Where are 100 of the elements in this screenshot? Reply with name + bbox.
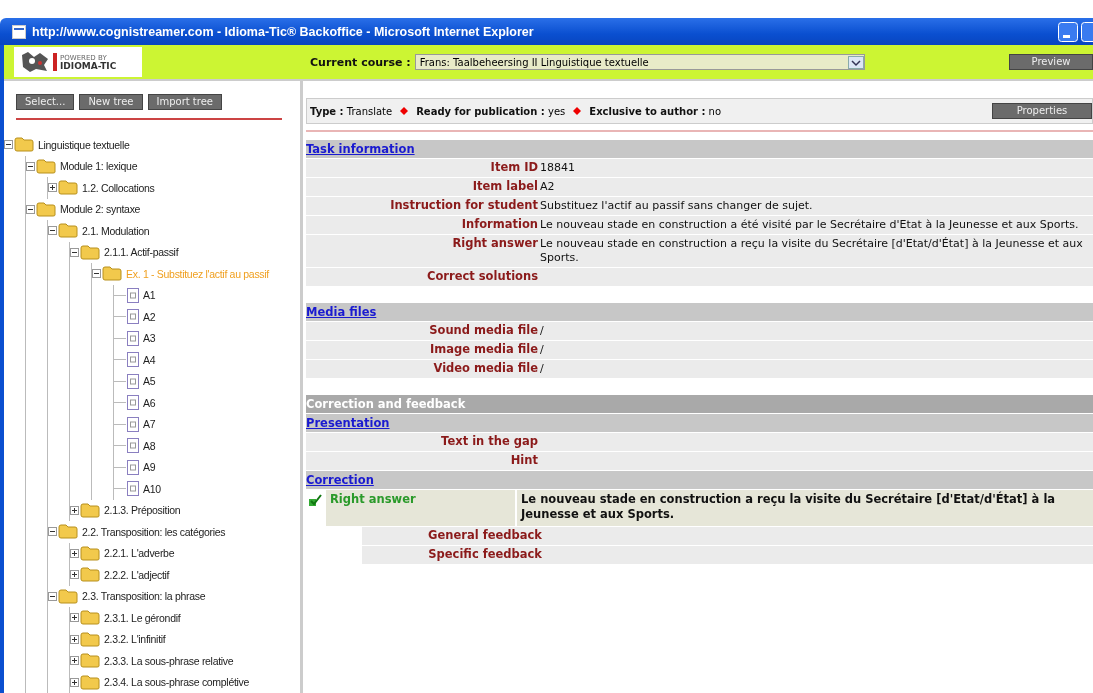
tree-item[interactable]: 2.3. Transposition: la phrase: [82, 590, 206, 603]
folder-icon: [58, 588, 78, 604]
course-label: Current course :: [310, 55, 411, 69]
collapse-icon[interactable]: [92, 269, 101, 279]
collapse-icon[interactable]: [48, 591, 57, 601]
section-link[interactable]: Task information: [306, 142, 415, 156]
expand-icon[interactable]: [48, 183, 57, 193]
tree-item[interactable]: A9: [143, 461, 156, 474]
answer-label: Right answer: [326, 490, 515, 526]
checkmark-icon: [308, 494, 322, 507]
tree-item[interactable]: A10: [143, 482, 161, 495]
properties-button[interactable]: Properties: [992, 103, 1092, 119]
folder-icon: [14, 137, 34, 153]
diamond-icon: [573, 107, 582, 115]
field-value: A2: [540, 179, 556, 195]
folder-icon: [80, 653, 100, 669]
tree-item[interactable]: 2.1.3. Préposition: [104, 504, 181, 517]
expand-icon[interactable]: [70, 677, 79, 687]
field-label: Correct solutions: [425, 268, 538, 285]
folder-icon: [80, 610, 100, 626]
group-header: Correction and feedback: [306, 395, 1093, 413]
expand-icon[interactable]: [70, 634, 79, 644]
tree-item[interactable]: 2.3.3. La sous-phrase relative: [104, 654, 234, 667]
field-value: Le nouveau stade en construction a reçu la visite du Secrétaire [d'Etat/d'État] à la Jeunesse et aux Sports.: [540, 236, 1084, 266]
preview-button[interactable]: Preview: [1009, 54, 1093, 70]
field-value: /: [540, 361, 545, 377]
tree-item[interactable]: A4: [143, 353, 156, 366]
field-label: General feedback: [427, 527, 542, 544]
expand-icon[interactable]: [70, 613, 79, 623]
folder-icon: [58, 524, 78, 540]
logo-emblem-icon: [20, 51, 50, 73]
field-label: Hint: [509, 452, 538, 469]
folder-icon: [36, 201, 56, 217]
folder-icon: [80, 674, 100, 690]
expand-icon[interactable]: [70, 548, 79, 558]
field-value: Le nouveau stade en construction a été visité par le Secrétaire d'Etat à la Jeunesse et aux Sports.: [540, 217, 1080, 233]
collapse-icon[interactable]: [48, 527, 57, 537]
info-field: Type : Translate: [310, 105, 393, 117]
tree-item[interactable]: 2.2.1. L'adverbe: [104, 547, 175, 560]
folder-icon: [80, 631, 100, 647]
minimize-button[interactable]: [1058, 21, 1078, 42]
maximize-button[interactable]: [1081, 21, 1093, 42]
field-label: Image media file: [428, 341, 538, 358]
expand-icon[interactable]: [70, 570, 79, 580]
tree-item[interactable]: 2.2.2. L'adjectif: [104, 568, 170, 581]
field-label: Text in the gap: [440, 433, 538, 450]
collapse-icon[interactable]: [26, 161, 35, 171]
folder-icon: [36, 158, 56, 174]
collapse-icon[interactable]: [70, 247, 79, 257]
section-link[interactable]: Correction: [306, 473, 374, 487]
tree-item[interactable]: A8: [143, 439, 156, 452]
section-link[interactable]: Presentation: [306, 416, 390, 430]
tree-item[interactable]: A5: [143, 375, 156, 388]
tree-item[interactable]: A6: [143, 396, 156, 409]
document-icon: [127, 481, 139, 497]
tree-item[interactable]: 2.3.4. La sous-phrase complétive: [104, 676, 250, 689]
folder-icon: [58, 223, 78, 239]
collapse-icon[interactable]: [26, 204, 35, 214]
sidebar-button[interactable]: New tree: [79, 94, 143, 110]
section-link[interactable]: Media files: [306, 305, 377, 319]
tree-item[interactable]: A7: [143, 418, 156, 431]
expand-icon[interactable]: [70, 656, 79, 666]
folder-icon: [80, 502, 100, 518]
collapse-icon[interactable]: [4, 140, 13, 150]
document-icon: [127, 416, 139, 432]
tree-item[interactable]: A3: [143, 332, 156, 345]
tree-item[interactable]: Module 2: syntaxe: [60, 203, 141, 216]
document-icon: [127, 287, 139, 303]
tree-item[interactable]: 2.1.1. Actif-passif: [104, 246, 179, 259]
tree-item[interactable]: Module 1: lexique: [60, 160, 138, 173]
field-value: /: [540, 323, 545, 339]
field-label: Information: [460, 216, 538, 233]
tree-item[interactable]: 2.3.2. L'infinitif: [104, 633, 166, 646]
tree-item[interactable]: 1.2. Collocations: [82, 181, 155, 194]
course-dropdown[interactable]: Frans: Taalbeheersing II Linguistique textuelle: [414, 54, 865, 70]
document-icon: [127, 309, 139, 325]
field-value: 18841: [540, 160, 576, 176]
field-label: Item label: [471, 178, 538, 195]
document-icon: [127, 373, 139, 389]
tree-item[interactable]: A1: [143, 289, 156, 302]
info-field: Ready for publication : yes: [416, 105, 566, 117]
tree-item[interactable]: A2: [143, 310, 156, 323]
tree-item[interactable]: Linguistique textuelle: [38, 138, 130, 151]
diamond-icon: [400, 107, 409, 115]
expand-icon[interactable]: [70, 505, 79, 515]
tree-item[interactable]: 2.1. Modulation: [82, 224, 150, 237]
folder-icon: [58, 180, 78, 196]
collapse-icon[interactable]: [48, 226, 57, 236]
logo-text: IDIOMA-TIC: [60, 61, 117, 71]
sidebar-button[interactable]: Import tree: [147, 94, 222, 110]
document-icon: [127, 330, 139, 346]
document-icon: [127, 438, 139, 454]
field-label: Right answer: [451, 235, 538, 252]
folder-icon: [102, 266, 122, 282]
field-label: Video media file: [432, 360, 538, 377]
tree-item[interactable]: 2.3.1. Le gérondif: [104, 611, 181, 624]
sidebar-button[interactable]: Select...: [16, 94, 75, 110]
tree-item[interactable]: 2.2. Transposition: les catégories: [82, 525, 226, 538]
field-value: /: [540, 342, 545, 358]
info-field: Exclusive to author : no: [589, 105, 722, 117]
